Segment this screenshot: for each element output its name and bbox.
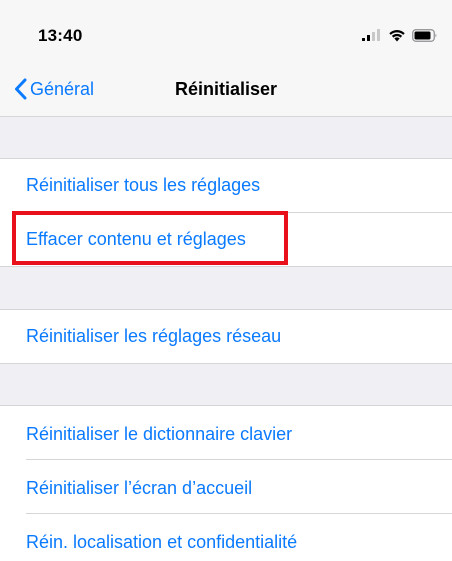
back-button-label: Général [30,78,95,99]
cellular-signal-icon [362,29,380,41]
erase-content-and-settings-label: Effacer contenu et réglages [26,229,246,249]
wifi-icon [389,29,405,41]
status-bar: 13:40 [0,0,452,62]
reset-location-privacy-label: Réin. localisation et confidentialité [26,532,298,552]
reset-keyboard-dictionary-cell[interactable]: Réinitialiser le dictionnaire clavier [0,406,452,459]
group-separator [0,267,452,309]
battery-icon [412,28,437,42]
status-icons [362,27,438,43]
erase-content-and-settings-cell[interactable]: Effacer contenu et réglages [0,213,452,266]
settings-screen: 13:40 Général Réinitialiser Réinitialise… [0,0,452,561]
reset-keyboard-dictionary-label: Réinitialiser le dictionnaire clavier [26,424,293,444]
reset-network-settings-cell[interactable]: Réinitialiser les réglages réseau [0,310,452,363]
reset-all-settings-cell[interactable]: Réinitialiser tous les réglages [0,159,452,212]
reset-network-settings-label: Réinitialiser les réglages réseau [26,326,282,346]
reset-all-settings-label: Réinitialiser tous les réglages [26,175,261,195]
reset-home-screen-label: Réinitialiser l’écran d’accueil [26,478,253,498]
status-time: 13:40 [38,26,83,45]
group-separator [0,117,452,158]
navigation-bar: Général Réinitialiser [0,62,452,117]
back-button[interactable]: Général [14,76,94,102]
reset-home-screen-cell[interactable]: Réinitialiser l’écran d’accueil [0,460,452,513]
chevron-left-icon [15,78,27,100]
group-separator [0,364,452,405]
reset-location-privacy-cell[interactable]: Réin. localisation et confidentialité [0,514,452,561]
